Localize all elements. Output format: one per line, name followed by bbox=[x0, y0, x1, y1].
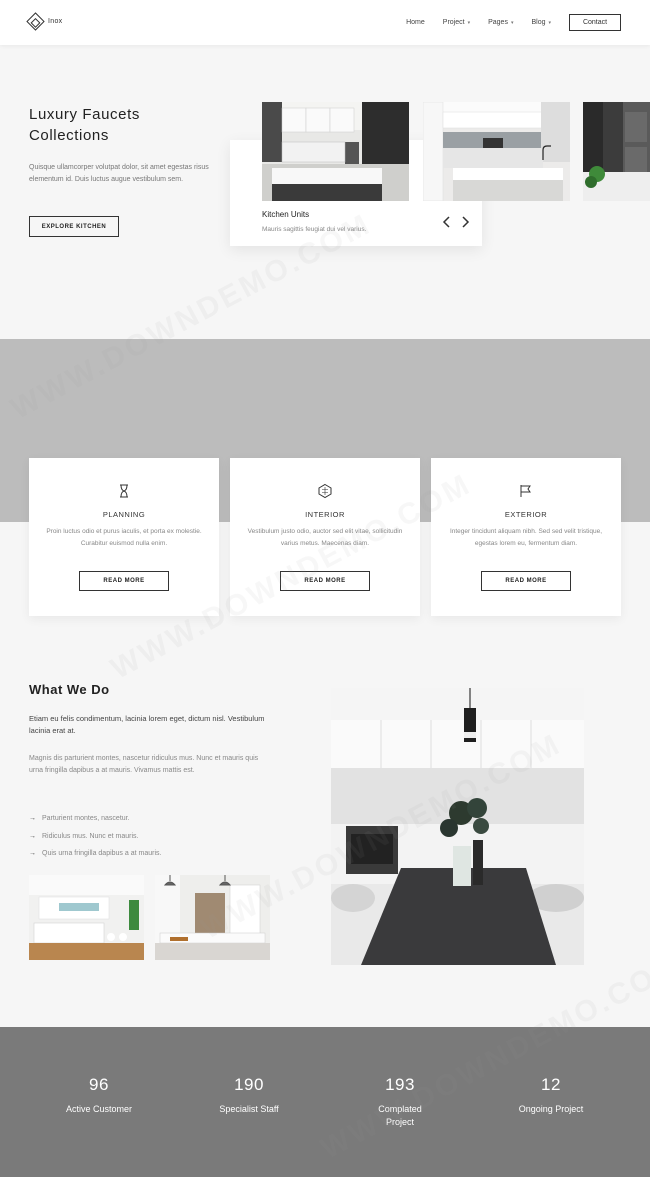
stat-value: 12 bbox=[541, 1075, 561, 1094]
chevron-down-icon: ▾ bbox=[548, 19, 551, 26]
dining-kitchen-image[interactable] bbox=[331, 688, 584, 965]
kitchen-thumbnail[interactable] bbox=[29, 875, 144, 960]
slide-title: Kitchen Units bbox=[262, 210, 310, 219]
what-we-do-title: What We Do bbox=[29, 682, 110, 697]
nav-pages-label: Pages bbox=[488, 19, 508, 26]
flag-icon bbox=[518, 483, 534, 499]
nav-pages[interactable]: Pages ▾ bbox=[488, 19, 513, 26]
service-title: EXTERIOR bbox=[504, 510, 548, 519]
service-text: Proin luctus odio et purus iaculis, et p… bbox=[46, 528, 202, 547]
hexagon-icon bbox=[317, 483, 333, 499]
stat-specialist-staff: 190 Specialist Staff bbox=[189, 1075, 309, 1116]
hero-text: Quisque ullamcorper volutpat dolor, sit … bbox=[29, 164, 209, 183]
service-text: Integer tincidunt aliquam nibh. Sed sed … bbox=[449, 528, 603, 547]
what-we-do-lead: Etiam eu felis condimentum, lacinia lore… bbox=[29, 714, 265, 735]
hero-title: Luxury Faucets Collections bbox=[29, 104, 209, 146]
list-item: → Ridiculus mus. Nunc et mauris. bbox=[29, 828, 161, 846]
hero-title-line1: Luxury Faucets bbox=[29, 106, 140, 123]
nav-project-label: Project bbox=[442, 19, 465, 26]
list-item-text: Parturient montes, nascetur. bbox=[42, 815, 130, 823]
chevron-down-icon: ▾ bbox=[467, 19, 471, 26]
kitchen-slide-image[interactable] bbox=[262, 102, 409, 201]
what-we-do-list: → Parturient montes, nascetur. → Ridiculus… bbox=[29, 810, 161, 863]
nav-home[interactable]: Home bbox=[406, 19, 425, 26]
read-more-button[interactable]: READ MORE bbox=[79, 571, 169, 591]
chevron-left-icon[interactable] bbox=[442, 215, 452, 229]
nav-blog[interactable]: Blog ▾ bbox=[531, 19, 551, 26]
slide-subtitle: Mauris sagittis feugiat dui vel varius. bbox=[262, 226, 367, 233]
chevron-down-icon: ▾ bbox=[510, 19, 514, 26]
arrow-right-icon: → bbox=[29, 815, 36, 823]
kitchen-slide-image[interactable] bbox=[583, 102, 650, 201]
stat-ongoing-project: 12 Ongoing Project bbox=[491, 1075, 611, 1116]
logo[interactable]: Inox bbox=[26, 12, 63, 31]
list-item-text: Ridiculus mus. Nunc et mauris. bbox=[42, 832, 139, 840]
stat-label: Specialist Staff bbox=[219, 1104, 279, 1114]
chevron-right-icon[interactable] bbox=[460, 215, 470, 229]
hourglass-icon bbox=[116, 483, 132, 499]
stat-active-customer: 96 Active Customer bbox=[39, 1075, 159, 1116]
stat-value: 193 bbox=[385, 1075, 415, 1094]
contact-button[interactable]: Contact bbox=[569, 14, 621, 31]
hero-title-line2: Collections bbox=[29, 127, 109, 144]
service-text: Vestibulum justo odio, auctor sed elit v… bbox=[247, 528, 403, 547]
explore-kitchen-button[interactable]: EXPLORE KITCHEN bbox=[29, 216, 119, 237]
kitchen-slide-image[interactable] bbox=[423, 102, 570, 201]
service-card-planning: PLANNING Proin luctus odio et purus iacu… bbox=[29, 458, 219, 616]
nav-project[interactable]: Project ▾ bbox=[443, 19, 470, 26]
stat-label: Ongoing Project bbox=[518, 1104, 584, 1114]
service-title: PLANNING bbox=[102, 510, 146, 519]
stat-value: 190 bbox=[234, 1075, 264, 1094]
stats-section: 96 Active Customer 190 Specialist Staff … bbox=[0, 1027, 650, 1177]
arrow-right-icon: → bbox=[29, 832, 36, 840]
logo-icon bbox=[26, 12, 45, 31]
service-card-interior: INTERIOR Vestibulum justo odio, auctor s… bbox=[230, 458, 420, 616]
read-more-button[interactable]: READ MORE bbox=[280, 571, 370, 591]
list-item-text: Quis urna fringilla dapibus a at mauris. bbox=[42, 850, 162, 858]
main-nav: Home Project ▾ Pages ▾ Blog ▾ Contact bbox=[388, 14, 621, 31]
list-item: → Parturient montes, nascetur. bbox=[29, 810, 161, 828]
stat-completed-project: 193 Complated Project bbox=[340, 1075, 460, 1129]
logo-text: Inox bbox=[48, 18, 63, 25]
nav-blog-label: Blog bbox=[531, 19, 546, 26]
what-we-do-body: Magnis dis parturient montes, nascetur r… bbox=[29, 755, 259, 774]
kitchen-thumbnail[interactable] bbox=[155, 875, 270, 960]
stat-value: 96 bbox=[89, 1075, 109, 1094]
service-card-exterior: EXTERIOR Integer tincidunt aliquam nibh.… bbox=[431, 458, 621, 616]
arrow-right-icon: → bbox=[29, 850, 36, 858]
stat-label: Active Customer bbox=[65, 1104, 133, 1114]
site-header: Inox Home Project ▾ Pages ▾ Blog ▾ Contact bbox=[0, 0, 650, 45]
stat-label: Complated Project bbox=[378, 1104, 422, 1127]
nav-home-label: Home bbox=[406, 19, 425, 26]
list-item: → Quis urna fringilla dapibus a at mauris… bbox=[29, 845, 161, 863]
read-more-button[interactable]: READ MORE bbox=[481, 571, 571, 591]
service-title: INTERIOR bbox=[305, 510, 345, 519]
